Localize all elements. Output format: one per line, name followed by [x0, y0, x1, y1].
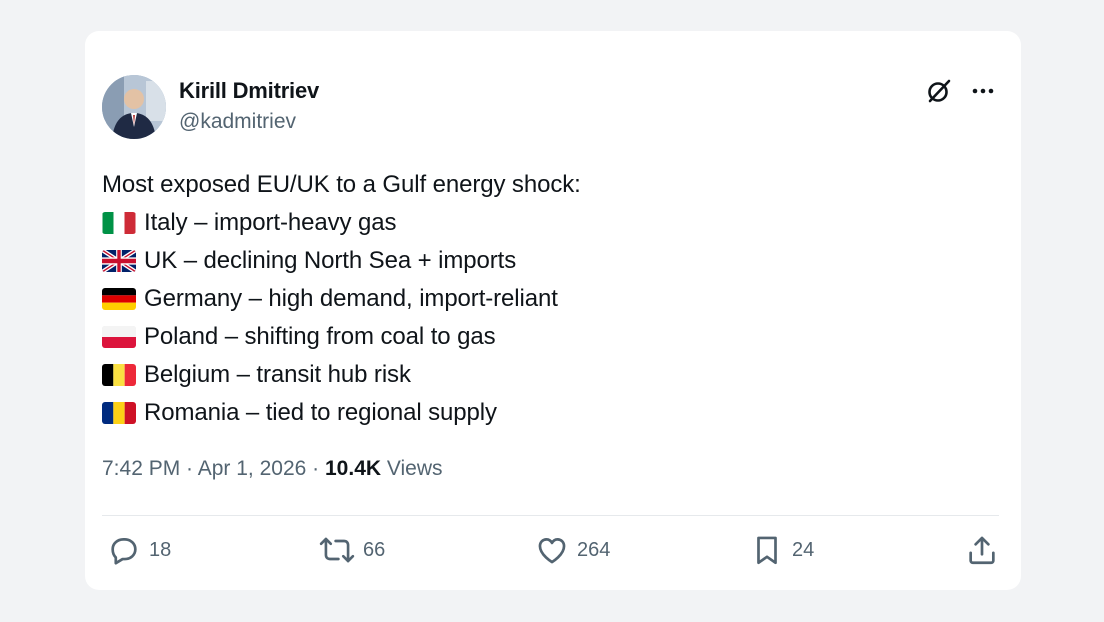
bookmark-icon	[757, 536, 777, 565]
like-count: 264	[577, 538, 611, 561]
bookmark-button[interactable]: 24	[750, 533, 814, 567]
list-item-text: Germany – high demand, import-reliant	[144, 285, 558, 312]
grok-icon[interactable]	[925, 77, 953, 105]
germany-flag	[102, 288, 136, 310]
repost-button[interactable]: 66	[319, 533, 385, 567]
tweet-actions: 18 66 264 24	[107, 533, 999, 573]
list-item-text: Italy – import-heavy gas	[144, 209, 397, 236]
tweet-headline: Most exposed EU/UK to a Gulf energy shoc…	[102, 171, 581, 198]
list-item-text: UK – declining North Sea + imports	[144, 247, 517, 274]
italy-flag	[102, 212, 136, 234]
uk-flag	[102, 250, 136, 272]
repost-count: 66	[363, 538, 386, 561]
belgium-flag	[102, 364, 136, 386]
list-item: UK – declining North Sea + imports	[102, 242, 982, 280]
more-icon[interactable]	[969, 77, 997, 105]
tweet-top-actions	[925, 77, 997, 105]
reply-count: 18	[149, 538, 172, 561]
list-item-text: Belgium – transit hub risk	[144, 361, 411, 388]
meta-separator: ·	[306, 457, 325, 480]
tweet-text: Most exposed EU/UK to a Gulf energy shoc…	[102, 166, 982, 432]
avatar[interactable]	[102, 75, 166, 139]
divider	[102, 515, 999, 516]
tweet-time[interactable]: 7:42 PM	[102, 457, 180, 480]
romania-flag	[102, 402, 136, 424]
list-item: Belgium – transit hub risk	[102, 356, 982, 394]
list-item-text: Romania – tied to regional supply	[144, 399, 497, 426]
list-item: Romania – tied to regional supply	[102, 394, 982, 432]
tweet-card: Kirill Dmitriev @kadmitriev Most exposed…	[85, 31, 1021, 590]
poland-flag	[102, 326, 136, 348]
views-count: 10.4K	[325, 457, 382, 480]
list-item: Poland – shifting from coal to gas	[102, 318, 982, 356]
like-button[interactable]: 264	[535, 533, 610, 567]
like-icon	[538, 538, 566, 564]
meta-separator: ·	[180, 457, 198, 480]
repost-icon	[319, 537, 355, 563]
bookmark-count: 24	[792, 538, 815, 561]
share-button[interactable]	[965, 533, 999, 567]
tweet-metadata: 7:42 PM · Apr 1, 2026 · 10.4K Views	[102, 457, 443, 481]
share-icon	[969, 536, 995, 565]
list-item: Italy – import-heavy gas	[102, 204, 982, 242]
author-name[interactable]: Kirill Dmitriev	[179, 78, 319, 104]
author-handle[interactable]: @kadmitriev	[179, 110, 296, 134]
reply-button[interactable]: 18	[107, 533, 171, 567]
list-item: Germany – high demand, import-reliant	[102, 280, 982, 318]
views-label: Views	[386, 457, 443, 480]
tweet-date[interactable]: Apr 1, 2026	[198, 457, 307, 480]
list-item-text: Poland – shifting from coal to gas	[144, 323, 496, 350]
reply-icon	[111, 538, 137, 565]
